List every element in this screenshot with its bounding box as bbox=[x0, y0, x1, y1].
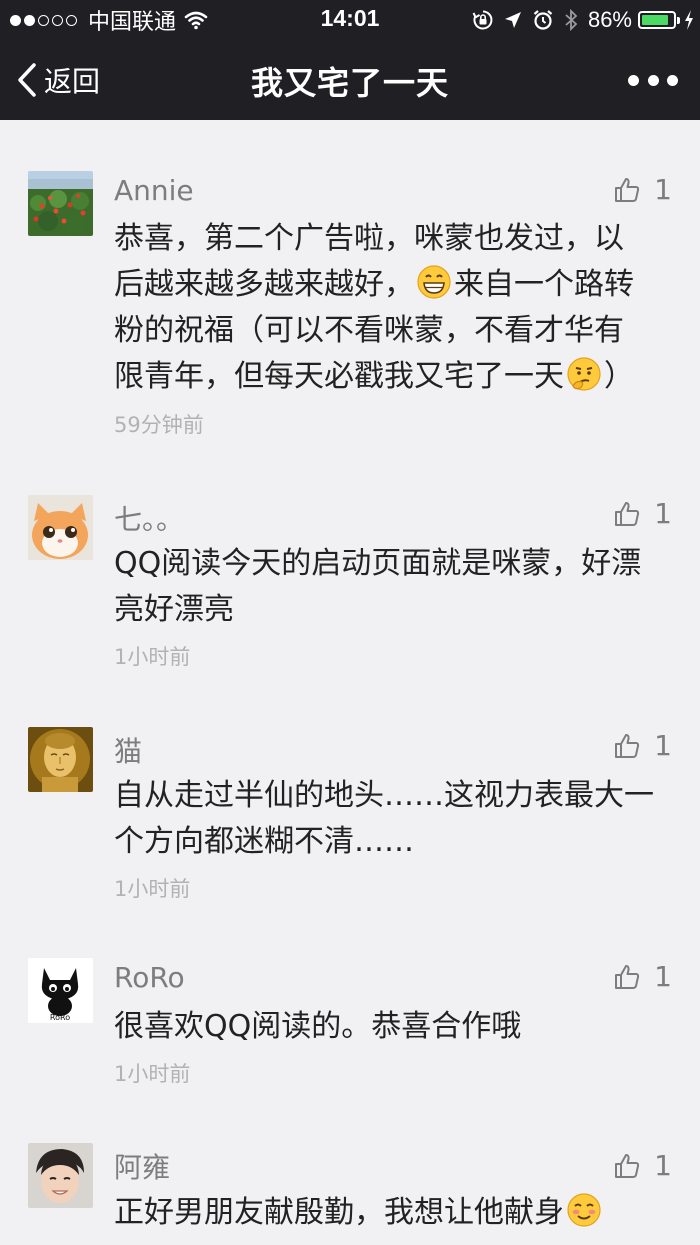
comment-line: 亮好漂亮 bbox=[114, 592, 234, 627]
comment-text: 正好男朋友献殷勤，我想让他献身 bbox=[114, 1190, 674, 1236]
comment-line: 恭喜，第二个广告啦，咪蒙也发过，以 bbox=[114, 221, 624, 256]
comment-line: 限青年，但每天必戳我又宅了一天） bbox=[114, 354, 674, 400]
like-count: 1 bbox=[654, 729, 672, 762]
avatar[interactable] bbox=[28, 171, 93, 236]
comment-time: 1小时前 bbox=[114, 1062, 191, 1086]
avatar-logo-text: RoRo bbox=[50, 1013, 70, 1022]
blush-emoji-icon bbox=[567, 1193, 601, 1227]
commenter-name: Annie bbox=[114, 174, 194, 207]
page-title: 我又宅了一天 bbox=[250, 64, 449, 102]
comment-time: 59分钟前 bbox=[114, 413, 204, 437]
comment-text: 自从走过半仙的地头……这视力表最大一 个方向都迷糊不清…… bbox=[114, 773, 674, 865]
like-count: 1 bbox=[654, 1149, 672, 1182]
comment-text: 很喜欢QQ阅读的。恭喜合作哦 bbox=[114, 1004, 674, 1050]
status-bar: 中国联通 14:01 86% bbox=[0, 0, 700, 40]
comment-line: 正好男朋友献殷勤，我想让他献身 bbox=[114, 1190, 674, 1236]
comment-line: 很喜欢QQ阅读的。恭喜合作哦 bbox=[114, 1009, 522, 1044]
thumbs-up-icon bbox=[615, 733, 640, 758]
comment-time: 1小时前 bbox=[114, 645, 191, 669]
comment-text: 恭喜，第二个广告啦，咪蒙也发过，以 后越来越多越来越好， 来自一个路转 粉的祝福（… bbox=[114, 216, 674, 400]
alarm-icon bbox=[532, 9, 554, 31]
battery-percent: 86% bbox=[587, 7, 632, 32]
bluetooth-icon bbox=[564, 9, 578, 31]
thumbs-up-icon bbox=[615, 964, 640, 989]
like-button[interactable]: 1 bbox=[614, 497, 672, 530]
commenter-name: RoRo bbox=[114, 961, 185, 994]
nav-bar: 返回 我又宅了一天 bbox=[0, 40, 700, 120]
commenter-name: 七。。 bbox=[114, 503, 185, 536]
comment-line: 自从走过半仙的地头……这视力表最大一 bbox=[114, 778, 654, 813]
location-icon bbox=[504, 11, 522, 29]
comment-line: 个方向都迷糊不清…… bbox=[114, 824, 414, 859]
comment-time: 1小时前 bbox=[114, 877, 191, 901]
more-dots-icon bbox=[628, 74, 639, 86]
like-button[interactable]: 1 bbox=[614, 173, 672, 206]
grin-emoji-icon bbox=[417, 265, 451, 299]
avatar[interactable]: RoRo bbox=[28, 958, 93, 1023]
thinking-emoji-icon bbox=[567, 357, 601, 391]
comment-line: QQ阅读今天的启动页面就是咪蒙，好漂 bbox=[114, 546, 642, 581]
battery-icon bbox=[638, 11, 680, 29]
thumbs-up-icon bbox=[615, 177, 640, 202]
avatar[interactable] bbox=[28, 495, 93, 560]
like-button[interactable]: 1 bbox=[614, 1149, 672, 1182]
comment-line: 后越来越多越来越好， 来自一个路转 bbox=[114, 262, 674, 308]
commenter-name: 猫 bbox=[114, 735, 143, 768]
commenter-name: 阿雍 bbox=[114, 1151, 171, 1184]
comment-line: 粉的祝福（可以不看咪蒙，不看才华有 bbox=[114, 313, 624, 348]
more-button[interactable] bbox=[628, 66, 678, 94]
charging-icon bbox=[684, 10, 694, 30]
avatar[interactable] bbox=[28, 1143, 93, 1208]
avatar[interactable] bbox=[28, 727, 93, 792]
comment-text: QQ阅读今天的启动页面就是咪蒙，好漂 亮好漂亮 bbox=[114, 541, 674, 633]
battery-fill bbox=[642, 15, 668, 25]
like-button[interactable]: 1 bbox=[614, 960, 672, 993]
thumbs-up-icon bbox=[615, 501, 640, 526]
like-count: 1 bbox=[654, 497, 672, 530]
like-button[interactable]: 1 bbox=[614, 729, 672, 762]
thumbs-up-icon bbox=[615, 1153, 640, 1178]
status-right: 86% bbox=[462, 6, 694, 34]
rotation-lock-icon bbox=[472, 9, 494, 31]
like-count: 1 bbox=[654, 960, 672, 993]
like-count: 1 bbox=[654, 173, 672, 206]
